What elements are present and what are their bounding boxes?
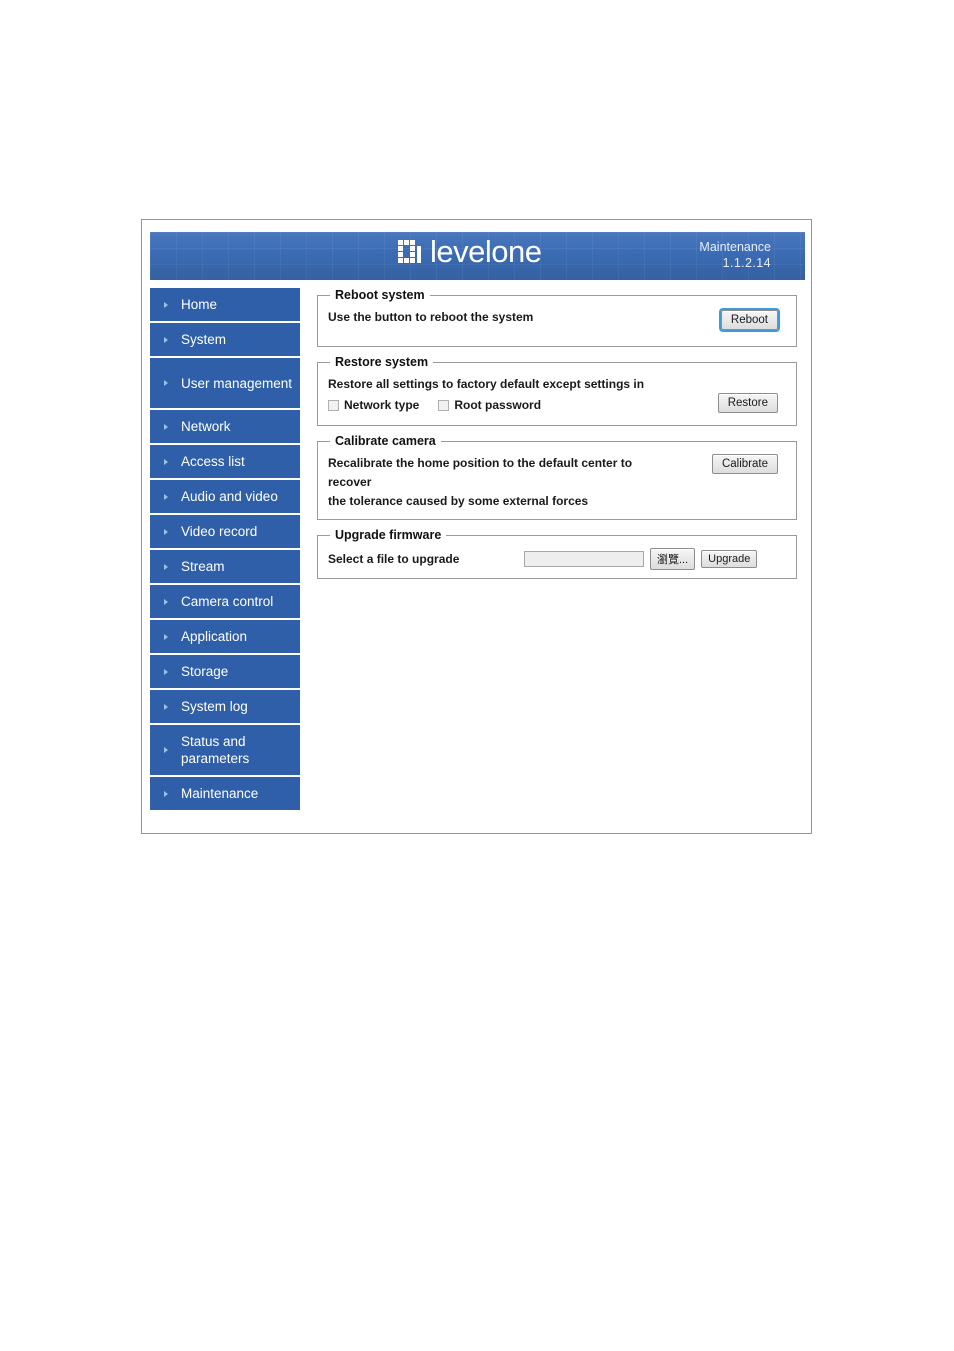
- calibrate-camera-panel: Calibrate camera Recalibrate the home po…: [317, 434, 797, 520]
- sidebar-item-label: Stream: [181, 559, 225, 574]
- calibrate-camera-body: Recalibrate the home position to the def…: [328, 454, 786, 511]
- sidebar-item-user-management[interactable]: User management: [150, 358, 300, 410]
- sidebar-item-label: Maintenance: [181, 786, 259, 801]
- chevron-right-icon: [164, 563, 168, 570]
- upgrade-firmware-legend: Upgrade firmware: [335, 528, 442, 542]
- sidebar-item-system-log[interactable]: System log: [150, 690, 300, 725]
- sidebar-item-audio-and-video[interactable]: Audio and video: [150, 480, 300, 515]
- sidebar-item-home[interactable]: Home: [150, 288, 300, 323]
- sidebar-item-video-record[interactable]: Video record: [150, 515, 300, 550]
- chevron-right-icon: [164, 528, 168, 535]
- camera-web-ui-frame: levelone Maintenance 1.1.2.14 Home Syste…: [141, 219, 812, 834]
- reboot-system-panel: Reboot system Use the button to reboot t…: [317, 288, 797, 347]
- reboot-button[interactable]: Reboot: [718, 308, 781, 332]
- restore-system-panel: Restore system Restore all settings to f…: [317, 355, 797, 426]
- restore-button[interactable]: Restore: [717, 393, 778, 413]
- root-password-checkbox[interactable]: [438, 399, 450, 411]
- sidebar-item-label: Audio and video: [181, 489, 278, 504]
- chevron-right-icon: [164, 668, 168, 675]
- network-type-label: Network type: [344, 398, 420, 412]
- firmware-file-row: Select a file to upgrade 瀏覽... Upgrade: [328, 548, 786, 570]
- restore-system-legend: Restore system: [335, 355, 429, 369]
- sidebar-item-label: Camera control: [181, 594, 274, 609]
- sidebar-item-camera-control[interactable]: Camera control: [150, 585, 300, 620]
- chevron-right-icon: [164, 790, 168, 797]
- firmware-version: 1.1.2.14: [722, 256, 771, 270]
- restore-description: Restore all settings to factory default …: [328, 377, 645, 391]
- sidebar-item-storage[interactable]: Storage: [150, 655, 300, 690]
- main-content: Reboot system Use the button to reboot t…: [317, 288, 797, 587]
- chevron-right-icon: [164, 458, 168, 465]
- reboot-description: Use the button to reboot the system: [328, 310, 534, 324]
- levelone-grid-logo-icon: [398, 239, 421, 263]
- root-password-label: Root password: [454, 398, 542, 412]
- reboot-system-body: Use the button to reboot the system Rebo…: [328, 308, 786, 338]
- calibrate-button[interactable]: Calibrate: [711, 454, 778, 474]
- sidebar-item-label: System log: [181, 699, 248, 714]
- chevron-right-icon: [164, 301, 168, 308]
- sidebar-item-network[interactable]: Network: [150, 410, 300, 445]
- app-header: levelone Maintenance 1.1.2.14: [150, 232, 805, 280]
- upgrade-firmware-body: Select a file to upgrade 瀏覽... Upgrade: [328, 548, 786, 570]
- sidebar-item-label: Application: [181, 629, 248, 644]
- sidebar-item-application[interactable]: Application: [150, 620, 300, 655]
- brand-logo-text: levelone: [430, 234, 542, 269]
- chevron-right-icon: [164, 336, 168, 343]
- sidebar-item-access-list[interactable]: Access list: [150, 445, 300, 480]
- sidebar-item-stream[interactable]: Stream: [150, 550, 300, 585]
- upgrade-firmware-panel: Upgrade firmware Select a file to upgrad…: [317, 528, 797, 579]
- sidebar-item-system[interactable]: System: [150, 323, 300, 358]
- sidebar-item-label: Video record: [181, 524, 258, 539]
- brand-logo[interactable]: levelone: [397, 234, 542, 269]
- sidebar-item-label: System: [181, 332, 227, 347]
- firmware-file-label: Select a file to upgrade: [328, 552, 460, 566]
- chevron-right-icon: [164, 633, 168, 640]
- reboot-system-legend: Reboot system: [335, 288, 425, 302]
- sidebar-item-label: Access list: [181, 454, 245, 469]
- restore-system-body: Restore all settings to factory default …: [328, 375, 786, 417]
- upgrade-button[interactable]: Upgrade: [701, 550, 758, 568]
- chevron-right-icon: [164, 423, 168, 430]
- page-root: levelone Maintenance 1.1.2.14 Home Syste…: [0, 0, 954, 1351]
- sidebar-item-label: Home: [181, 297, 218, 312]
- sidebar-item-maintenance[interactable]: Maintenance: [150, 777, 300, 812]
- sidebar-item-status-and-parameters[interactable]: Status and parameters: [150, 725, 300, 777]
- chevron-right-icon: [164, 598, 168, 605]
- browse-button[interactable]: 瀏覽...: [650, 548, 696, 570]
- calibrate-description-line2: the tolerance caused by some external fo…: [328, 494, 589, 508]
- sidebar-item-label: Network: [181, 419, 231, 434]
- chevron-right-icon: [164, 493, 168, 500]
- page-title: Maintenance: [699, 240, 771, 254]
- sidebar-item-label: Status and parameters: [181, 734, 250, 766]
- chevron-right-icon: [164, 380, 168, 386]
- network-type-checkbox[interactable]: [328, 399, 339, 411]
- sidebar-item-label: Storage: [181, 664, 229, 679]
- sidebar-nav: Home System User management Network Acce…: [150, 288, 300, 812]
- sidebar-item-label: User management: [181, 375, 293, 391]
- firmware-file-input[interactable]: [524, 551, 644, 567]
- header-status: Maintenance 1.1.2.14: [699, 239, 771, 271]
- calibrate-camera-legend: Calibrate camera: [335, 434, 436, 448]
- calibrate-description-line1: Recalibrate the home position to the def…: [328, 456, 633, 489]
- chevron-right-icon: [164, 703, 168, 710]
- chevron-right-icon: [164, 747, 168, 753]
